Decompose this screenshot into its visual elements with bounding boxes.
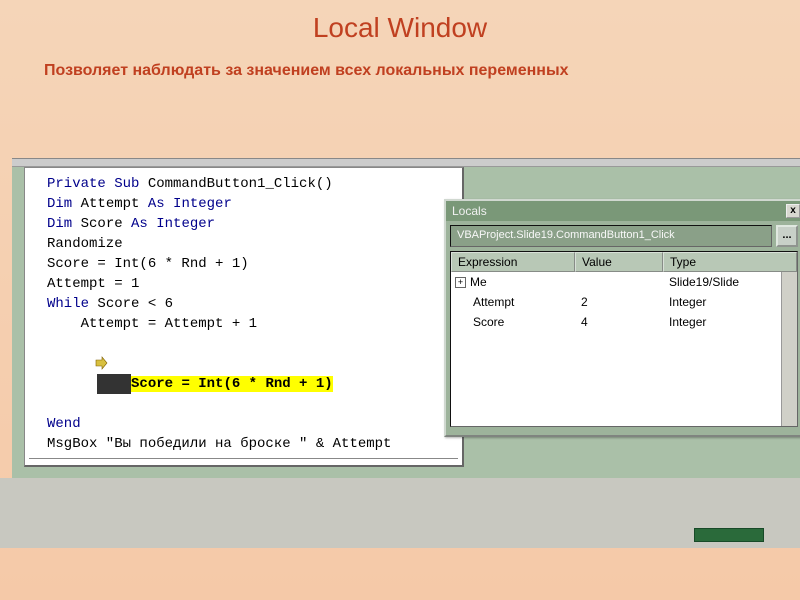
code-line: Wend xyxy=(29,414,458,434)
code-line: Attempt = 1 xyxy=(29,274,458,294)
expr-text: Score xyxy=(473,315,504,329)
expr-text: Me xyxy=(470,275,487,289)
table-row[interactable]: Score 4 Integer xyxy=(451,312,797,332)
code-line: Randomize xyxy=(29,234,458,254)
keyword: As Integer xyxy=(148,196,232,212)
col-type[interactable]: Type xyxy=(663,252,797,272)
keyword: As Integer xyxy=(131,216,215,232)
table-row[interactable]: Attempt 2 Integer xyxy=(451,292,797,312)
row-expression: Attempt xyxy=(451,295,575,309)
row-type: Integer xyxy=(663,295,797,309)
context-browse-button[interactable]: ... xyxy=(776,225,798,247)
row-type: Integer xyxy=(663,315,797,329)
locals-grid: Expression Value Type + Me Slide19/Slide… xyxy=(450,251,798,427)
code-text: Randomize xyxy=(47,236,123,252)
code-text: Score = Int(6 * Rnd + 1) xyxy=(47,256,249,272)
procedure-separator xyxy=(29,458,458,459)
breakpoint-line: Score = Int(6 * Rnd + 1) xyxy=(29,334,458,414)
slide-subtitle: Позволяет наблюдать за значением всех ло… xyxy=(0,44,800,80)
code-text: MsgBox "Вы победили на броске " & Attemp… xyxy=(47,436,391,452)
code-text: Attempt = 1 xyxy=(47,276,139,292)
row-type: Slide19/Slide xyxy=(663,275,797,289)
col-value[interactable]: Value xyxy=(575,252,663,272)
code-line: Private Sub CommandButton1_Click() xyxy=(29,174,458,194)
code-line: While Score < 6 xyxy=(29,294,458,314)
expr-text: Attempt xyxy=(473,295,514,309)
expand-icon[interactable]: + xyxy=(455,277,466,288)
locals-header: Expression Value Type xyxy=(451,252,797,272)
hidden-block xyxy=(97,374,131,394)
keyword: Dim xyxy=(47,216,72,232)
row-expression: + Me xyxy=(451,275,575,289)
locals-window[interactable]: Locals x VBAProject.Slide19.CommandButto… xyxy=(444,199,800,437)
code-text: Attempt = Attempt + 1 xyxy=(47,316,257,332)
ide-toolbar-strip xyxy=(12,159,800,167)
code-text: Score xyxy=(72,216,131,232)
slide-title: Local Window xyxy=(0,0,800,44)
keyword: While xyxy=(47,296,89,312)
locals-context-row: VBAProject.Slide19.CommandButton1_Click … xyxy=(450,225,798,247)
corner-badge xyxy=(694,528,764,542)
row-value: 4 xyxy=(575,315,663,329)
current-statement: Score = Int(6 * Rnd + 1) xyxy=(131,376,333,392)
context-field: VBAProject.Slide19.CommandButton1_Click xyxy=(450,225,772,247)
locals-titlebar[interactable]: Locals x xyxy=(446,201,800,221)
ide-area: Private Sub CommandButton1_Click() Dim A… xyxy=(12,158,800,478)
close-icon[interactable]: x xyxy=(786,204,800,218)
code-text: Score < 6 xyxy=(89,296,173,312)
keyword: Wend xyxy=(47,416,81,432)
execution-arrow-icon xyxy=(27,336,41,350)
code-line: MsgBox "Вы победили на броске " & Attemp… xyxy=(29,434,458,454)
code-line: Dim Score As Integer xyxy=(29,214,458,234)
row-expression: Score xyxy=(451,315,575,329)
keyword: Dim xyxy=(47,196,72,212)
code-text: Attempt xyxy=(72,196,148,212)
col-expression[interactable]: Expression xyxy=(451,252,575,272)
keyword: Private Sub xyxy=(47,176,139,192)
code-pane[interactable]: Private Sub CommandButton1_Click() Dim A… xyxy=(24,167,464,467)
locals-title: Locals xyxy=(452,204,487,218)
locals-rows: + Me Slide19/Slide Attempt 2 Integer Sco… xyxy=(451,272,797,332)
row-value: 2 xyxy=(575,295,663,309)
status-band xyxy=(0,478,800,548)
code-line: Score = Int(6 * Rnd + 1) xyxy=(29,254,458,274)
scrollbar[interactable] xyxy=(781,272,797,426)
code-line: Attempt = Attempt + 1 xyxy=(29,314,458,334)
table-row[interactable]: + Me Slide19/Slide xyxy=(451,272,797,292)
code-line: Dim Attempt As Integer xyxy=(29,194,458,214)
code-text: CommandButton1_Click() xyxy=(139,176,332,192)
code-line: End Sub xyxy=(29,465,458,467)
